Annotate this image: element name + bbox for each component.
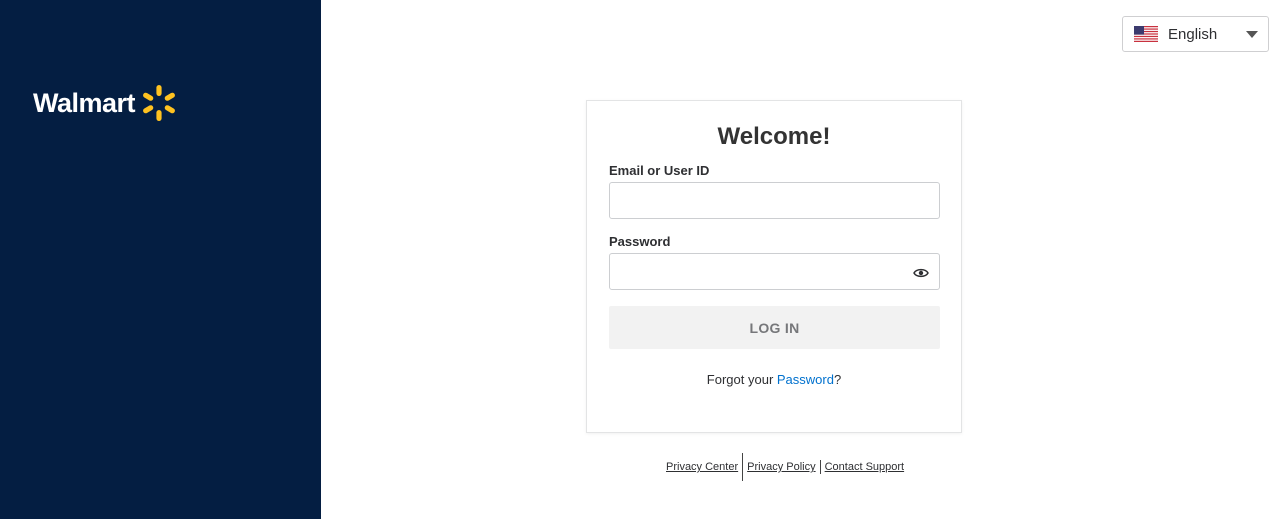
privacy-center-link[interactable]: Privacy Center <box>666 461 738 473</box>
chevron-down-icon <box>1246 31 1258 38</box>
logo-wordmark: Walmart <box>33 88 136 118</box>
login-button[interactable]: LOG IN <box>609 306 940 349</box>
footer-links: Privacy Center Privacy Policy Contact Su… <box>666 453 904 481</box>
password-field[interactable] <box>609 253 940 290</box>
footer-divider <box>742 453 744 481</box>
forgot-password-text: Forgot your Password? <box>587 372 961 387</box>
show-password-eye-icon[interactable] <box>913 267 929 279</box>
language-label: English <box>1168 25 1218 43</box>
forgot-suffix: ? <box>833 372 842 387</box>
welcome-title: Welcome! <box>717 123 831 150</box>
walmart-logo[interactable]: Walmart <box>33 83 179 123</box>
password-label: Password <box>609 234 671 249</box>
forgot-prefix: Forgot your <box>706 372 777 387</box>
privacy-policy-link[interactable]: Privacy Policy <box>747 461 815 473</box>
language-selector[interactable]: English <box>1122 16 1269 52</box>
forgot-password-link[interactable]: Password <box>777 372 834 387</box>
email-field[interactable] <box>609 182 940 219</box>
contact-support-link[interactable]: Contact Support <box>825 461 905 473</box>
us-flag-icon <box>1134 26 1158 42</box>
sidebar-panel: Walmart <box>0 0 321 519</box>
email-label: Email or User ID <box>609 163 710 178</box>
spark-icon <box>143 85 175 121</box>
login-card: Welcome! Email or User ID Password LOG I… <box>586 100 962 433</box>
footer-divider <box>819 460 821 474</box>
